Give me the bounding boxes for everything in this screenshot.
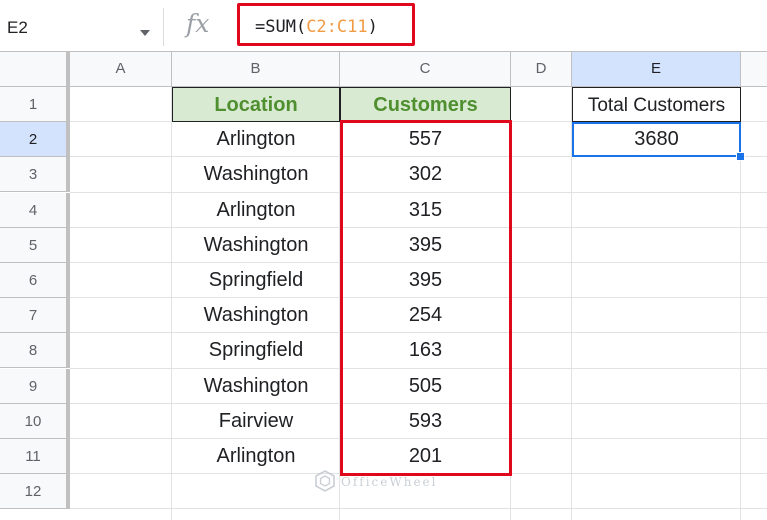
cell-grid: Location Customers Arlington 557 Washington 3… xyxy=(70,87,767,520)
location-cell[interactable]: Washington xyxy=(172,369,340,404)
name-box-value[interactable]: E2 xyxy=(7,18,28,38)
formula-range-reference: C2:C11 xyxy=(306,17,368,37)
location-cell[interactable]: Washington xyxy=(172,157,340,192)
location-cell[interactable]: Springfield xyxy=(172,263,340,298)
officewheel-logo-icon xyxy=(315,470,335,492)
row-header-3[interactable]: 3 xyxy=(0,157,70,193)
formula-bar: E2 fx =SUM(C2:C11) xyxy=(0,0,767,52)
column-header-f[interactable] xyxy=(741,52,767,86)
row-header-6[interactable]: 6 xyxy=(0,263,70,298)
location-cell[interactable]: Springfield xyxy=(172,333,340,368)
row-header-1[interactable]: 1 xyxy=(0,87,70,122)
function-icon: fx xyxy=(186,9,210,38)
column-header-d[interactable]: D xyxy=(511,52,572,86)
customers-header-cell[interactable]: Customers xyxy=(340,87,511,122)
row-header-9[interactable]: 9 xyxy=(0,368,70,404)
row-header-2[interactable]: 2 xyxy=(0,122,70,158)
total-customers-value-cell[interactable]: 3680 xyxy=(572,122,741,157)
fill-handle[interactable] xyxy=(736,152,745,161)
row-header-7[interactable]: 7 xyxy=(0,298,70,334)
location-cell[interactable]: Arlington xyxy=(172,193,340,228)
row-header-12[interactable]: 12 xyxy=(0,474,70,510)
location-cell[interactable]: Washington xyxy=(172,298,340,333)
range-highlight-box xyxy=(340,120,512,476)
row-header-10[interactable]: 10 xyxy=(0,403,70,439)
watermark-text: OfficeWheel xyxy=(341,475,438,489)
location-cell[interactable]: Washington xyxy=(172,228,340,263)
column-header-b[interactable]: B xyxy=(172,52,340,86)
grid-line-horizontal xyxy=(70,508,767,509)
formula-prefix: =SUM( xyxy=(255,17,307,37)
column-header-a[interactable]: A xyxy=(70,52,172,86)
row-header-4[interactable]: 4 xyxy=(0,192,70,228)
spreadsheet-app: E2 fx =SUM(C2:C11) ABCDE Location Custome… xyxy=(0,0,767,520)
formula-input[interactable]: =SUM(C2:C11) xyxy=(255,17,378,37)
chevron-down-icon[interactable] xyxy=(140,30,150,36)
location-header-cell[interactable]: Location xyxy=(172,87,340,122)
row-header-5[interactable]: 5 xyxy=(0,227,70,263)
name-box[interactable]: E2 xyxy=(0,8,164,46)
column-header-c[interactable]: C xyxy=(340,52,511,86)
row-header-11[interactable]: 11 xyxy=(0,439,70,474)
column-header-bar: ABCDE xyxy=(0,52,767,87)
formula-suffix: ) xyxy=(367,17,378,37)
total-customers-label-cell[interactable]: Total Customers xyxy=(572,87,741,122)
row-header-8[interactable]: 8 xyxy=(0,333,70,369)
location-cell[interactable]: Fairview xyxy=(172,404,340,439)
column-header-e[interactable]: E xyxy=(572,52,741,86)
location-cell[interactable]: Arlington xyxy=(172,122,340,157)
select-all-corner[interactable] xyxy=(0,52,70,86)
